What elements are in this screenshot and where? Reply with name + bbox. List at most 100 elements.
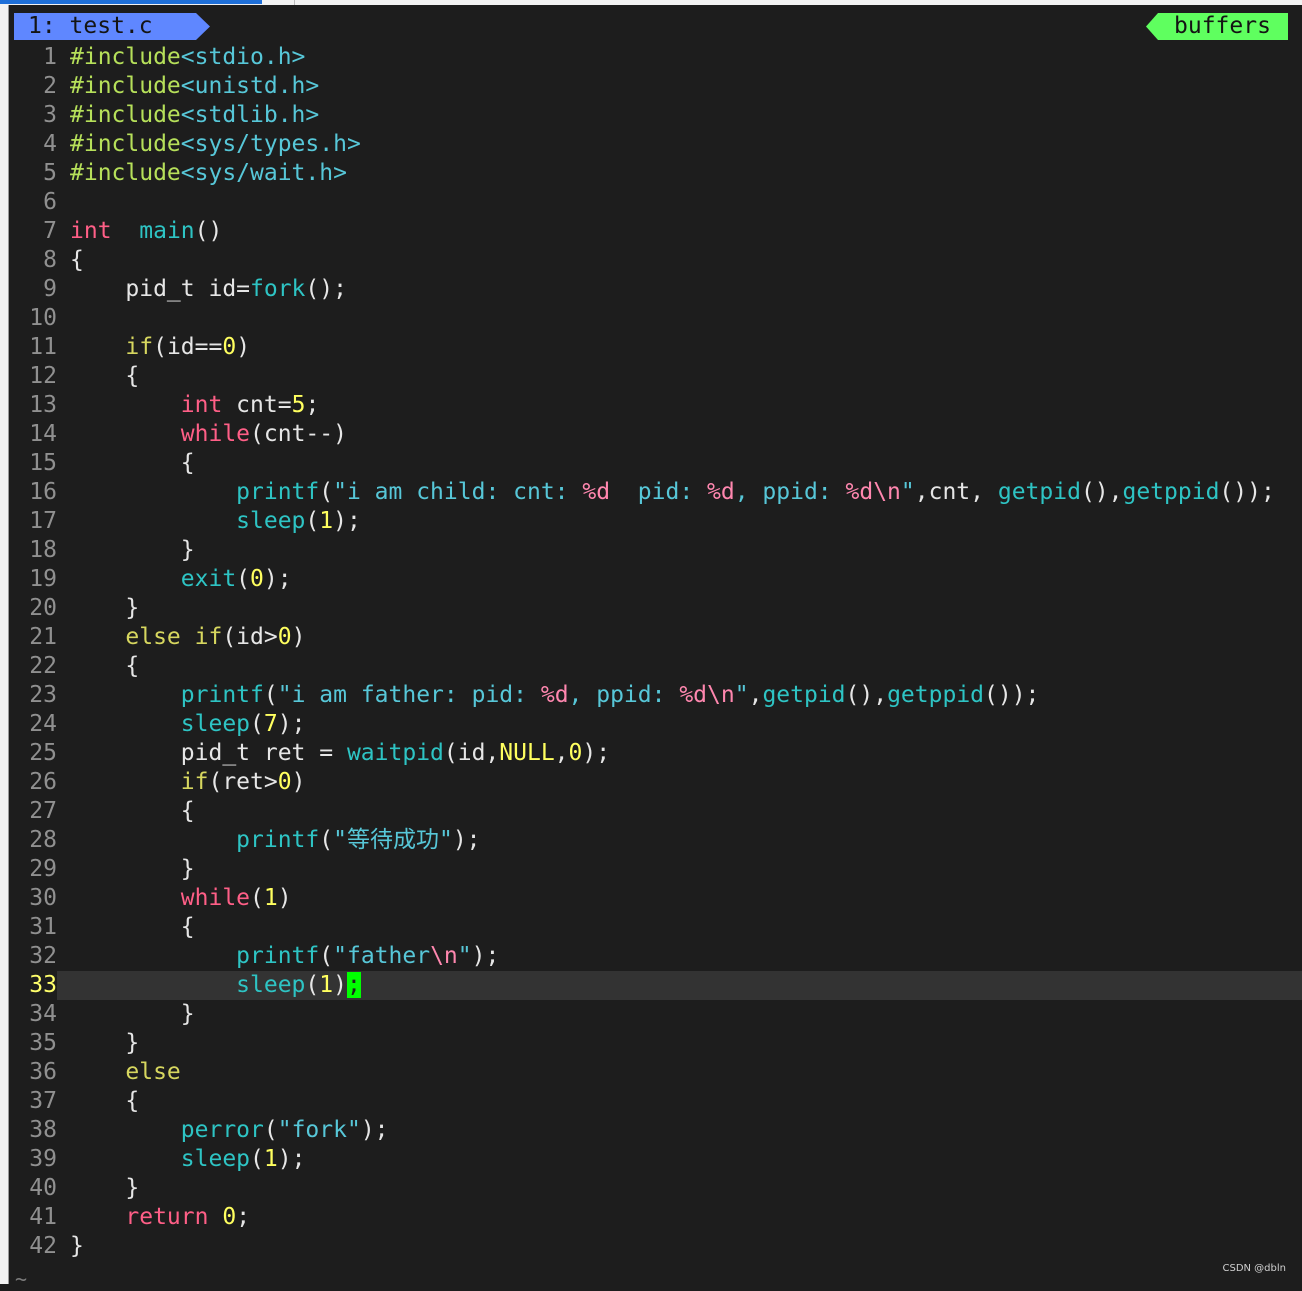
code-token: 0	[222, 334, 237, 360]
code-line[interactable]: 25 pid_t ret = waitpid(id,NULL,0);	[9, 739, 1302, 768]
code-token: (	[263, 682, 278, 708]
code-line[interactable]: 20 }	[9, 594, 1302, 623]
line-text: #include<sys/types.h>	[70, 130, 361, 159]
code-line[interactable]: 40 }	[9, 1174, 1302, 1203]
code-line[interactable]: 26 if(ret>0)	[9, 768, 1302, 797]
code-line[interactable]: 6	[9, 188, 1302, 217]
code-token: )	[291, 769, 306, 795]
line-text: {	[70, 362, 139, 391]
code-line[interactable]: 12 {	[9, 362, 1302, 391]
edge-glyph: :	[0, 89, 1, 110]
code-line[interactable]: 5 #include<sys/wait.h>	[9, 159, 1302, 188]
code-line[interactable]: 30 while(1)	[9, 884, 1302, 913]
code-line[interactable]: 15 {	[9, 449, 1302, 478]
code-token: (	[319, 943, 334, 969]
code-line[interactable]: 3 #include<stdlib.h>	[9, 101, 1302, 130]
line-number: 11	[29, 334, 57, 360]
code-line[interactable]: 22 {	[9, 652, 1302, 681]
code-token: {	[70, 653, 140, 679]
code-line[interactable]: 41 return 0;	[9, 1203, 1302, 1232]
code-token: getppid	[887, 682, 985, 708]
code-token: #include	[70, 131, 181, 157]
code-line[interactable]: 19 exit(0);	[9, 565, 1302, 594]
line-number: 10	[29, 305, 57, 331]
line-text: printf("father\n");	[70, 942, 499, 971]
code-token: );	[452, 827, 481, 853]
code-line[interactable]: 10	[9, 304, 1302, 333]
code-line[interactable]: 4 #include<sys/types.h>	[9, 130, 1302, 159]
code-line[interactable]: 32 printf("father\n");	[9, 942, 1302, 971]
code-line[interactable]: 21 else if(id>0)	[9, 623, 1302, 652]
buffer-tab-test-c[interactable]: 1: test.c	[14, 13, 210, 40]
code-token: "	[457, 943, 472, 969]
code-line[interactable]: 17 sleep(1);	[9, 507, 1302, 536]
line-text: #include<sys/wait.h>	[70, 159, 347, 188]
code-token: int	[70, 218, 112, 244]
code-line[interactable]: 18 }	[9, 536, 1302, 565]
code-token: (	[250, 1146, 264, 1172]
text-cursor: ;	[347, 972, 361, 998]
code-line[interactable]: 34 }	[9, 1000, 1302, 1029]
code-token: %d	[540, 682, 569, 708]
code-line[interactable]: 9 pid_t id=fork();	[9, 275, 1302, 304]
code-line[interactable]: 37 {	[9, 1087, 1302, 1116]
line-number: 13	[29, 392, 57, 418]
code-line[interactable]: 35 }	[9, 1029, 1302, 1058]
code-line[interactable]: 16 printf("i am child: cnt: %d pid: %d, …	[9, 478, 1302, 507]
code-line[interactable]: 23 printf("i am father: pid: %d, ppid: %…	[9, 681, 1302, 710]
code-token: printf	[236, 827, 320, 853]
code-line[interactable]: 7 int main()	[9, 217, 1302, 246]
vim-editor[interactable]: 1: test.c buffers 1 #include<stdio.h> 2 #in…	[9, 5, 1302, 1291]
code-line[interactable]: 2 #include<unistd.h>	[9, 72, 1302, 101]
line-number: 9	[43, 276, 57, 302]
line-number: 14	[29, 421, 57, 447]
code-line[interactable]: 11 if(id==0)	[9, 333, 1302, 362]
code-line[interactable]: 28 printf("等待成功");	[9, 826, 1302, 855]
code-token: <sys/types.h>	[180, 131, 361, 157]
code-line[interactable]: 39 sleep(1);	[9, 1145, 1302, 1174]
code-token: else	[125, 1059, 181, 1085]
code-line[interactable]: 29 }	[9, 855, 1302, 884]
code-line[interactable]: 31 {	[9, 913, 1302, 942]
code-line[interactable]: 13 int cnt=5;	[9, 391, 1302, 420]
buffer-tab-label: 1: test.c	[28, 13, 153, 39]
line-number: 6	[43, 189, 57, 215]
line-number: 24	[29, 711, 57, 737]
code-token: "	[734, 682, 749, 708]
code-line[interactable]: 36 else	[9, 1058, 1302, 1087]
code-token: (	[263, 1117, 278, 1143]
line-number: 29	[29, 856, 57, 882]
line-text: int main()	[70, 217, 222, 246]
code-token: 0	[277, 624, 292, 650]
line-text: sleep(1);	[70, 1145, 306, 1174]
code-line[interactable]: 27 {	[9, 797, 1302, 826]
code-line[interactable]: 14 while(cnt--)	[9, 420, 1302, 449]
code-line[interactable]: 33 sleep(1);	[9, 971, 1302, 1000]
code-token: {	[70, 798, 195, 824]
code-area[interactable]: 1 #include<stdio.h> 2 #include<unistd.h> 3 #i…	[9, 43, 1302, 1261]
line-number: 17	[29, 508, 57, 534]
code-token: 5	[291, 392, 306, 418]
code-token: 0	[222, 1204, 237, 1230]
line-number: 12	[29, 363, 57, 389]
code-line[interactable]: 42}	[9, 1232, 1302, 1261]
code-line[interactable]: 38 perror("fork");	[9, 1116, 1302, 1145]
line-text: }	[70, 536, 195, 565]
line-number: 37	[29, 1088, 57, 1114]
line-number: 19	[29, 566, 57, 592]
line-text: }	[70, 594, 139, 623]
left-window-edge: :	[0, 5, 9, 1284]
code-line[interactable]: 24 sleep(7);	[9, 710, 1302, 739]
code-line[interactable]: 8{	[9, 246, 1302, 275]
line-number: 3	[43, 102, 57, 128]
code-token: {	[70, 1088, 140, 1114]
line-number: 40	[29, 1175, 57, 1201]
code-line[interactable]: 1 #include<stdio.h>	[9, 43, 1302, 72]
code-token: }	[70, 1175, 140, 1201]
code-token: "father	[333, 943, 431, 969]
line-text: }	[70, 855, 195, 884]
code-token: pid_t id=	[70, 276, 251, 302]
